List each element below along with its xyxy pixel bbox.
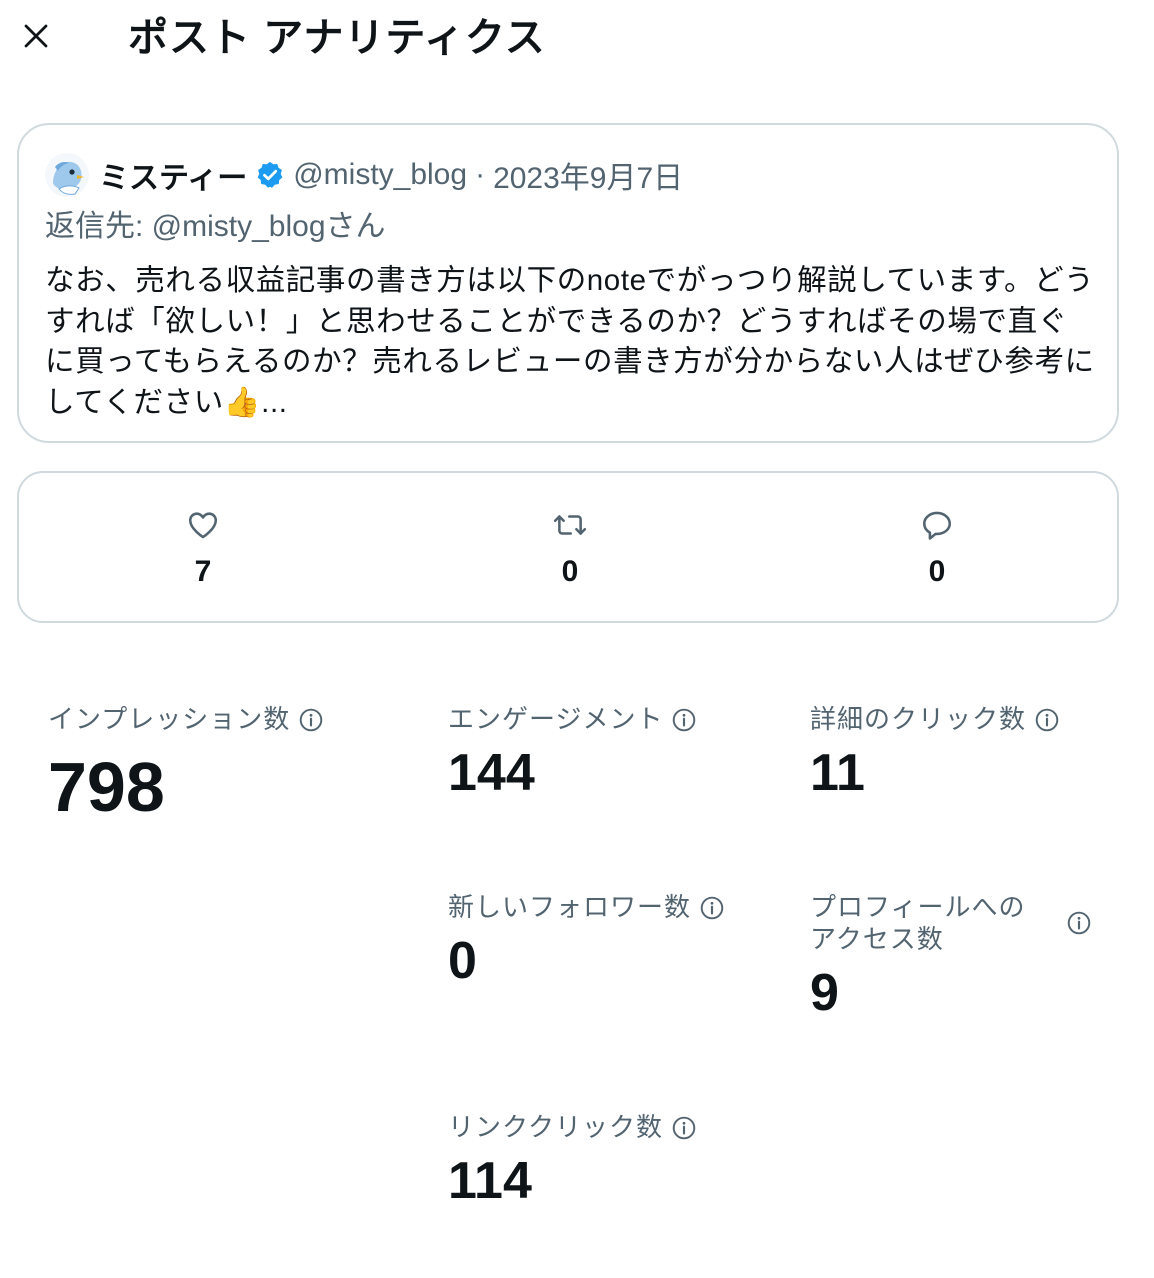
reposts-count: 0 xyxy=(561,555,579,588)
metric-detail-clicks: 詳細のクリック数 11 xyxy=(810,703,1060,803)
reposts-stat[interactable]: 0 xyxy=(510,473,630,621)
post-date[interactable]: 2023年9月7日 xyxy=(493,153,683,197)
reply-bubble-icon xyxy=(922,511,952,540)
engagement-summary: 7 0 0 xyxy=(17,471,1119,623)
verified-badge-icon xyxy=(255,160,285,190)
info-circle-icon[interactable] xyxy=(1066,910,1092,936)
metric-engagements: エンゲージメント 144 xyxy=(448,703,697,803)
metric-new-followers-label: 新しいフォロワー数 xyxy=(448,892,692,922)
info-circle-icon[interactable] xyxy=(671,1115,697,1141)
avatar[interactable] xyxy=(45,153,89,197)
post-card[interactable]: ミスティー @misty_blog · 2023年9月7日 返信先: @mist… xyxy=(17,123,1119,443)
author-name[interactable]: ミスティー xyxy=(99,153,247,197)
heart-icon xyxy=(188,512,218,539)
post-text: なお、売れる収益記事の書き方は以下のnoteでがっつり解説しています。どうすれば… xyxy=(45,264,1095,419)
metric-profile-visits-value: 9 xyxy=(810,964,839,1022)
metric-link-clicks: リンククリック数 114 xyxy=(448,1111,697,1211)
metric-profile-visits-label: プロフィールへのアクセス数 xyxy=(810,892,1026,954)
metric-engagements-value: 144 xyxy=(448,744,535,802)
metric-impressions-value: 798 xyxy=(48,748,165,826)
separator-dot: · xyxy=(475,158,486,191)
info-circle-icon[interactable] xyxy=(1034,707,1060,733)
metric-engagements-label: エンゲージメント xyxy=(448,704,664,734)
metric-detail-clicks-label: 詳細のクリック数 xyxy=(810,704,1027,734)
metric-link-clicks-label: リンククリック数 xyxy=(448,1112,663,1142)
metric-impressions: インプレッション数 798 xyxy=(48,703,324,827)
author-handle[interactable]: @misty_blog xyxy=(293,158,467,192)
post-header: ミスティー @misty_blog · 2023年9月7日 xyxy=(45,153,683,197)
likes-count: 7 xyxy=(194,555,212,588)
reply-to-label: 返信先: @misty_blogさん xyxy=(45,210,386,243)
page-title: ポスト アナリティクス xyxy=(128,16,546,60)
metric-new-followers: 新しいフォロワー数 0 xyxy=(448,891,725,991)
metric-impressions-label: インプレッション数 xyxy=(48,704,291,734)
info-circle-icon[interactable] xyxy=(298,707,324,733)
header: ポスト アナリティクス xyxy=(0,0,1154,80)
info-circle-icon[interactable] xyxy=(699,895,725,921)
likes-stat[interactable]: 7 xyxy=(143,473,263,621)
metric-link-clicks-value: 114 xyxy=(448,1152,532,1210)
replies-count: 0 xyxy=(928,555,946,588)
replies-stat[interactable]: 0 xyxy=(877,473,997,621)
metric-new-followers-value: 0 xyxy=(448,932,477,990)
info-circle-icon[interactable] xyxy=(671,707,697,733)
repost-icon xyxy=(553,515,587,535)
close-button[interactable] xyxy=(14,14,58,58)
metric-detail-clicks-value: 11 xyxy=(810,744,865,802)
metric-profile-visits: プロフィールへのアクセス数 9 xyxy=(810,891,1092,1023)
close-icon xyxy=(24,24,48,48)
